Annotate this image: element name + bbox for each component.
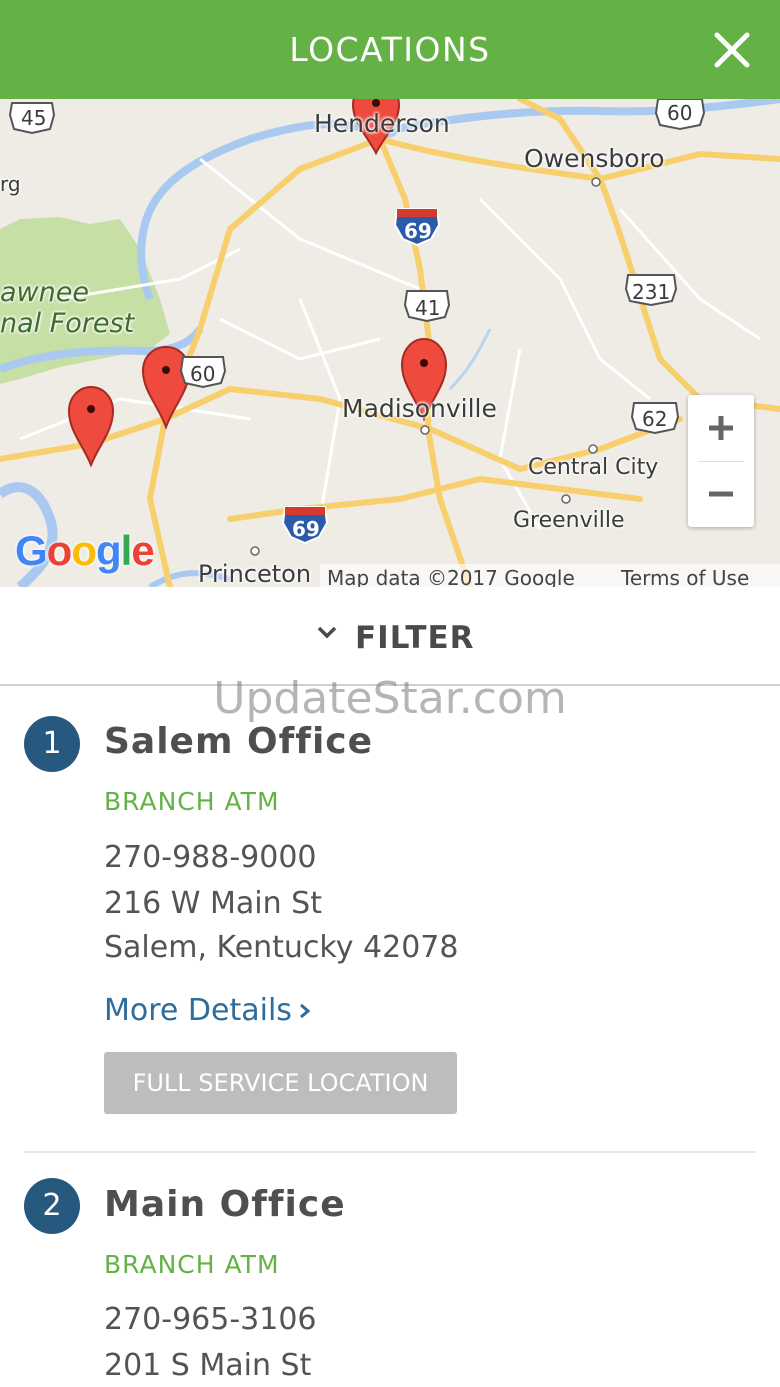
shield-label: 62 xyxy=(642,407,668,431)
shield-label: 45 xyxy=(21,106,47,130)
full-service-location-button[interactable]: FULL SERVICE LOCATION xyxy=(104,1052,457,1114)
location-address-line1: 201 S Main St xyxy=(104,1348,312,1383)
shield-label: 60 xyxy=(190,362,216,386)
filter-label: FILTER xyxy=(355,620,475,656)
location-type: BRANCH ATM xyxy=(104,1250,280,1279)
map-view[interactable]: 45 60 69 41 231 60 62 69 Henderson Owens… xyxy=(0,99,780,587)
zoom-control xyxy=(688,395,754,527)
map-label-henderson: Henderson xyxy=(314,109,450,138)
shield-label: 69 xyxy=(404,219,432,243)
shield-label: 69 xyxy=(292,517,320,541)
page-title: LOCATIONS xyxy=(289,30,491,69)
close-button[interactable] xyxy=(712,30,752,70)
location-card: 2 Main Office BRANCH ATM 270-965-3106 20… xyxy=(0,1153,780,1387)
map-label-forest: awnee xyxy=(0,277,89,308)
location-number-badge: 2 xyxy=(24,1178,80,1234)
location-type: BRANCH ATM xyxy=(104,787,280,816)
location-name[interactable]: Salem Office xyxy=(104,721,373,762)
terms-of-use-link[interactable]: Terms of Use xyxy=(621,566,749,587)
more-details-link[interactable]: More Details xyxy=(104,993,292,1028)
map-label-madisonville: Madisonville xyxy=(342,394,497,423)
map-label-owensboro: Owensboro xyxy=(524,144,665,173)
map-attribution: Map data ©2017 Google xyxy=(327,566,575,587)
zoom-out-button[interactable] xyxy=(688,461,754,527)
location-phone[interactable]: 270-965-3106 xyxy=(104,1302,317,1337)
location-phone[interactable]: 270-988-9000 xyxy=(104,840,317,875)
chevron-right-icon xyxy=(300,1003,311,1019)
zoom-in-button[interactable] xyxy=(688,395,754,461)
location-address-line1: 216 W Main St xyxy=(104,886,322,921)
shield-label: 41 xyxy=(415,296,441,320)
map-pin-west-2[interactable] xyxy=(67,385,115,468)
location-address-line2: Salem, Kentucky 42078 xyxy=(104,930,459,965)
chevron-down-icon xyxy=(317,626,337,639)
google-logo: Google xyxy=(15,527,155,574)
plus-icon xyxy=(709,416,733,440)
map-label-central-city: Central City xyxy=(528,455,659,480)
shield-label: 60 xyxy=(667,101,693,125)
minus-icon xyxy=(709,491,733,497)
map-label-forest: nal Forest xyxy=(0,308,135,339)
map-label-princeton: Princeton xyxy=(198,560,312,587)
map-label-partial: rg xyxy=(0,172,21,196)
watermark: UpdateStar.com xyxy=(213,673,567,724)
map-label-greenville: Greenville xyxy=(513,508,625,533)
location-number-badge: 1 xyxy=(24,716,80,772)
shield-label: 231 xyxy=(632,280,671,304)
close-icon xyxy=(714,32,750,68)
location-card: 1 Salem Office BRANCH ATM 270-988-9000 2… xyxy=(0,686,780,1152)
app-header: LOCATIONS xyxy=(0,0,780,99)
location-name[interactable]: Main Office xyxy=(104,1184,346,1225)
filter-toggle[interactable]: FILTER xyxy=(0,587,780,686)
